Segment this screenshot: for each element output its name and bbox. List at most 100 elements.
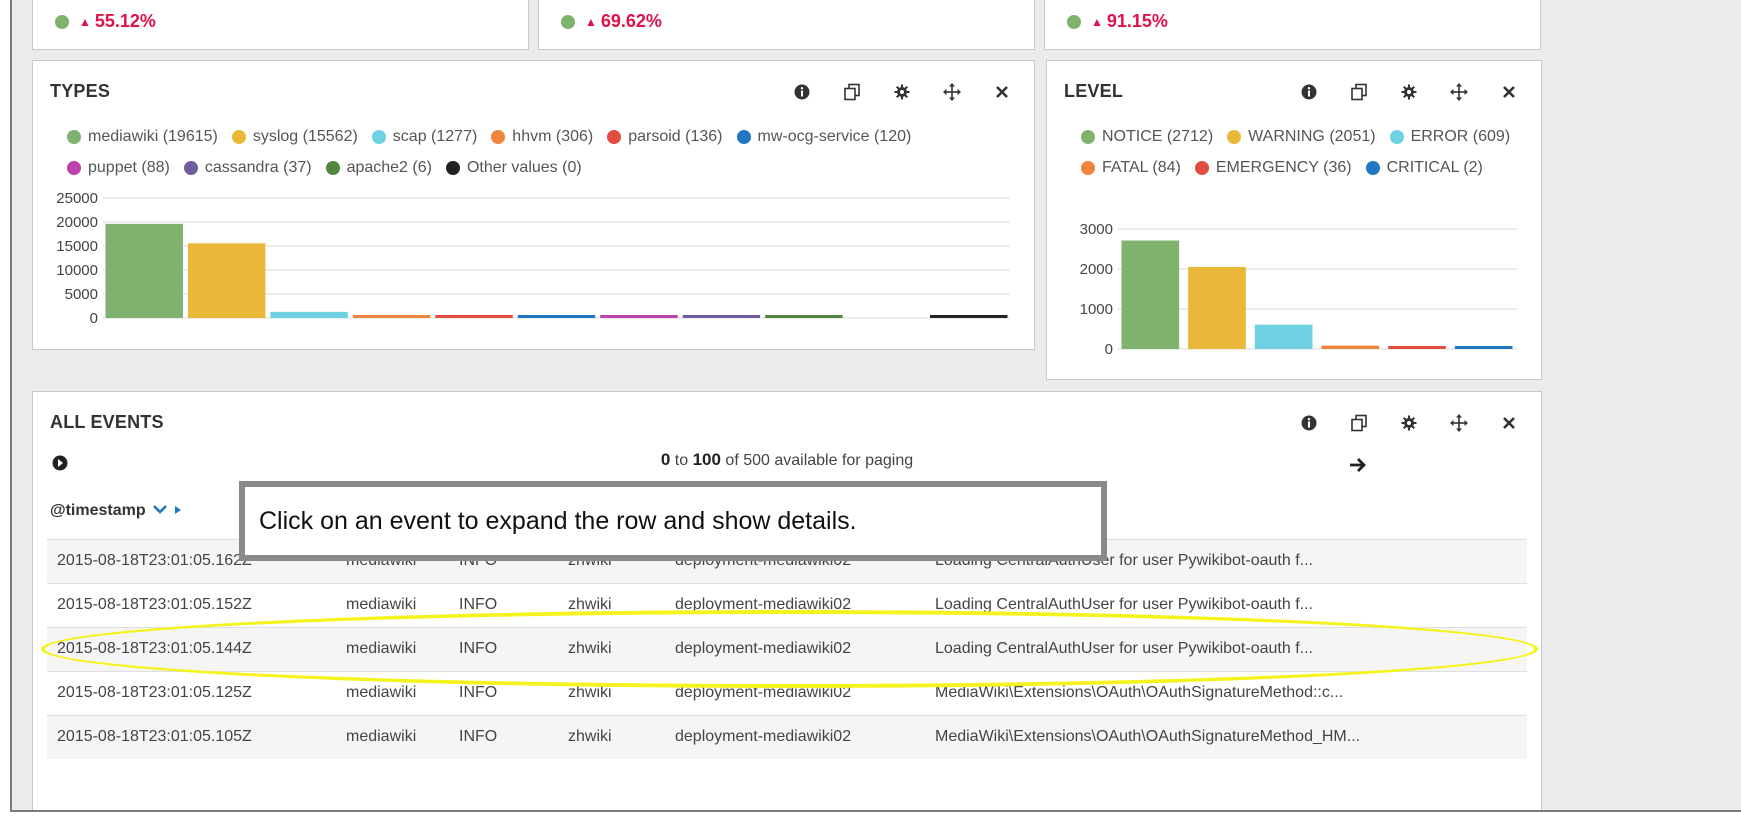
legend-label: WARNING (2051): [1248, 127, 1376, 145]
panel-toolbar: [1291, 410, 1527, 436]
legend-item[interactable]: Other values (0): [445, 158, 582, 177]
row-strip-1[interactable]: [10, 0, 12, 38]
event-cell-type: mediawiki: [346, 596, 417, 613]
bar-notice[interactable]: [1121, 240, 1180, 349]
event-cell-timestamp: 2015-08-18T23:01:05.105Z: [57, 728, 252, 745]
column-move-right-icon[interactable]: [174, 502, 182, 520]
gear-icon[interactable]: [884, 79, 920, 105]
legend-item[interactable]: ERROR (609): [1389, 127, 1510, 146]
bar-error[interactable]: [1254, 324, 1313, 349]
legend-item[interactable]: mw-ocg-service (120): [736, 127, 911, 146]
sort-desc-chevron-icon[interactable]: [152, 502, 168, 520]
y-tick-label: 2000: [1080, 261, 1113, 278]
y-tick-label: 0: [90, 310, 98, 327]
row-strip-8[interactable]: [10, 483, 12, 529]
metric-percent: 69.62%: [600, 11, 662, 31]
bar-apache2[interactable]: [765, 315, 843, 318]
bar-hhvm[interactable]: [352, 315, 431, 318]
row-strip-2[interactable]: [10, 38, 12, 60]
move-icon[interactable]: [934, 79, 970, 105]
trend-up-icon: ▲: [79, 14, 91, 29]
highlight-ellipse: [41, 610, 1538, 688]
legend-item[interactable]: scap (1277): [371, 127, 477, 146]
legend-item[interactable]: parsoid (136): [607, 127, 723, 146]
row-strip-6[interactable]: [10, 393, 12, 437]
legend-item[interactable]: FATAL (84): [1081, 158, 1181, 177]
bar-warning[interactable]: [1188, 266, 1246, 349]
legend-swatch-icon: [1389, 129, 1404, 144]
legend-label: NOTICE (2712): [1102, 127, 1214, 145]
legend-item[interactable]: NOTICE (2712): [1081, 127, 1213, 146]
legend-item[interactable]: syslog (15562): [231, 127, 358, 146]
bar-other-values[interactable]: [930, 315, 1008, 318]
legend-label: cassandra (37): [204, 158, 312, 176]
move-icon[interactable]: [1441, 79, 1477, 105]
gear-icon[interactable]: [1391, 79, 1427, 105]
event-cell-wiki: zhwiki: [568, 728, 612, 745]
legend-label: CRITICAL (2): [1386, 158, 1483, 176]
bar-mw-ocg-service[interactable]: [517, 315, 596, 318]
dashboard-screen: ▲ 55.12% ▲ 69.62% ▲ 91.15% TYPES mediawi…: [10, 0, 1741, 812]
trend-up-icon: ▲: [585, 14, 597, 29]
row-strip-4[interactable]: [10, 108, 12, 152]
paging-to: 100: [692, 450, 721, 469]
bar-scap[interactable]: [270, 311, 348, 318]
row-strip-7[interactable]: [10, 437, 12, 483]
bar-fatal[interactable]: [1321, 345, 1380, 349]
legend-item[interactable]: mediawiki (19615): [67, 127, 218, 146]
row-strip-3[interactable]: [10, 60, 12, 108]
copy-icon[interactable]: [1341, 410, 1377, 436]
legend-label: FATAL (84): [1102, 158, 1181, 176]
tooltip-text: Click on an event to expand the row and …: [259, 506, 857, 535]
legend-label: syslog (15562): [252, 127, 358, 145]
bar-puppet[interactable]: [600, 315, 678, 318]
next-page-arrow-icon[interactable]: [1349, 456, 1367, 479]
legend-swatch-icon: [231, 129, 246, 144]
legend-label: parsoid (136): [628, 127, 723, 145]
copy-icon[interactable]: [834, 79, 870, 105]
panel-toolbar: [1291, 79, 1527, 105]
legend-label: EMERGENCY (36): [1215, 158, 1352, 176]
timestamp-column-header[interactable]: @timestamp: [50, 502, 182, 520]
legend-item[interactable]: EMERGENCY (36): [1194, 158, 1352, 177]
close-icon[interactable]: [984, 79, 1020, 105]
gear-icon[interactable]: [1391, 410, 1427, 436]
legend-swatch-icon: [371, 129, 386, 144]
bar-emergency[interactable]: [1388, 346, 1446, 349]
level-legend: NOTICE (2712) WARNING (2051) ERROR (609) FA…: [1081, 127, 1541, 177]
event-cell-level: INFO: [459, 684, 498, 701]
bar-syslog[interactable]: [187, 243, 266, 318]
info-icon[interactable]: [1291, 410, 1327, 436]
event-row[interactable]: 2015-08-18T23:01:05.105Z mediawiki INFO zhw…: [47, 715, 1527, 759]
bar-parsoid[interactable]: [435, 315, 513, 318]
legend-item[interactable]: cassandra (37): [183, 158, 312, 177]
legend-item[interactable]: WARNING (2051): [1227, 127, 1376, 146]
bar-critical[interactable]: [1454, 346, 1513, 349]
copy-icon[interactable]: [1341, 79, 1377, 105]
info-icon[interactable]: [1291, 79, 1327, 105]
info-icon[interactable]: [784, 79, 820, 105]
event-cell-timestamp: 2015-08-18T23:01:05.152Z: [57, 596, 252, 613]
row-strip-5[interactable]: [10, 152, 12, 198]
legend-item[interactable]: CRITICAL (2): [1365, 158, 1483, 177]
event-cell-level: INFO: [459, 596, 498, 613]
legend-swatch-icon: [1081, 129, 1095, 144]
legend-item[interactable]: puppet (88): [67, 158, 170, 177]
tutorial-tooltip: Click on an event to expand the row and …: [239, 481, 1107, 561]
event-cell-type: mediawiki: [346, 684, 417, 701]
close-icon[interactable]: [1491, 410, 1527, 436]
event-cell-type: mediawiki: [346, 728, 417, 745]
level-panel: LEVEL NOTICE (2712) WARNING (2051) ERROR (…: [1046, 60, 1542, 380]
legend-swatch-icon: [1365, 160, 1380, 175]
legend-swatch-icon: [1081, 160, 1095, 175]
y-tick-label: 5000: [65, 286, 98, 303]
metric-panel-3: ▲ 91.15%: [1044, 0, 1541, 50]
bar-mediawiki[interactable]: [105, 223, 183, 318]
close-icon[interactable]: [1491, 79, 1527, 105]
metric-value-1: ▲ 55.12%: [55, 11, 156, 32]
bar-cassandra[interactable]: [682, 315, 761, 318]
legend-item[interactable]: apache2 (6): [325, 158, 432, 177]
legend-item[interactable]: hhvm (306): [491, 127, 593, 146]
move-icon[interactable]: [1441, 410, 1477, 436]
event-cell-message: MediaWiki\Extensions\OAuth\OAuthSignatur…: [935, 728, 1361, 745]
